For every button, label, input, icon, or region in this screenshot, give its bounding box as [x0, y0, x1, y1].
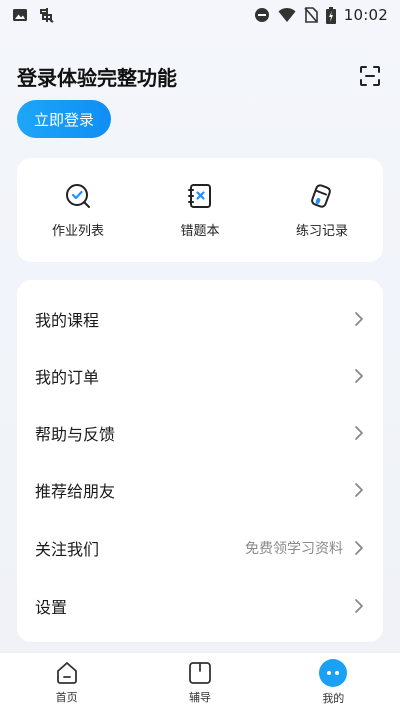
menu-item-label: 设置: [35, 597, 68, 617]
bottom-tab-bar: 首页 辅导 我的: [0, 652, 400, 711]
menu-card: 我的课程 我的订单 帮助与反馈 推荐给朋友 关注我们 免费领学习资料 设置: [17, 280, 383, 642]
quick-action-label: 作业列表: [51, 223, 104, 239]
chevron-right-icon: [355, 540, 363, 555]
chevron-right-icon: [355, 482, 363, 497]
do-not-disturb-icon: [254, 8, 269, 22]
menu-item-label: 关注我们: [35, 539, 100, 559]
wifi-icon: [278, 7, 296, 22]
menu-item-settings[interactable]: 设置: [17, 577, 383, 634]
app-notification-icon: [40, 8, 54, 23]
chevron-right-icon: [355, 368, 363, 383]
quick-action-mistake-book[interactable]: 错题本: [145, 182, 255, 239]
mistake-book-icon: [188, 183, 211, 208]
chevron-right-icon: [355, 425, 363, 440]
menu-item-label: 帮助与反馈: [35, 424, 116, 444]
page-title: 登录体验完整功能: [17, 66, 177, 90]
menu-item-my-courses[interactable]: 我的课程: [17, 290, 383, 347]
status-right: 10:02: [254, 6, 388, 24]
menu-item-follow-us[interactable]: 关注我们 免费领学习资料: [17, 519, 383, 576]
tab-home[interactable]: 首页: [0, 653, 133, 711]
practice-record-icon: [311, 183, 331, 208]
menu-item-label: 推荐给朋友: [35, 481, 116, 501]
image-icon: [13, 9, 27, 21]
profile-icon: [319, 658, 348, 687]
menu-item-label: 我的课程: [35, 310, 100, 330]
home-icon: [56, 661, 77, 684]
tab-label: 首页: [55, 690, 78, 704]
menu-item-my-orders[interactable]: 我的订单: [17, 347, 383, 404]
homework-list-icon: [66, 183, 90, 208]
battery-charging-icon: [325, 6, 336, 24]
scan-icon: [360, 66, 380, 86]
chevron-right-icon: [355, 311, 363, 326]
quick-action-practice-record[interactable]: 练习记录: [267, 182, 377, 239]
tutoring-icon: [189, 661, 211, 684]
tab-profile[interactable]: 我的: [267, 653, 400, 711]
quick-action-label: 错题本: [180, 223, 220, 239]
menu-item-label: 我的订单: [35, 367, 100, 387]
tab-label: 我的: [322, 691, 345, 705]
status-time: 10:02: [343, 6, 388, 24]
scan-button[interactable]: [356, 62, 384, 90]
status-bar: 10:02: [0, 0, 400, 30]
quick-action-label: 练习记录: [295, 223, 348, 239]
menu-item-hint: 免费领学习资料: [245, 540, 343, 557]
tab-tutoring[interactable]: 辅导: [133, 653, 266, 711]
menu-item-help-feedback[interactable]: 帮助与反馈: [17, 404, 383, 461]
status-left: [12, 6, 56, 24]
login-button[interactable]: 立即登录: [17, 100, 111, 138]
quick-actions-card: 作业列表 错题本 练习记录: [17, 158, 383, 262]
chevron-right-icon: [355, 598, 363, 613]
no-sim-icon: [304, 7, 318, 23]
quick-action-homework-list[interactable]: 作业列表: [23, 182, 133, 239]
menu-item-recommend-friends[interactable]: 推荐给朋友: [17, 461, 383, 518]
tab-label: 辅导: [188, 690, 211, 704]
